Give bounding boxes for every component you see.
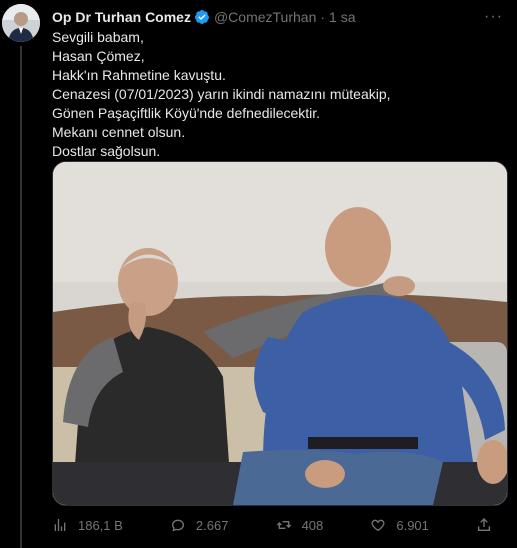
retweet-count: 408 — [301, 517, 324, 533]
tweet-line: Cenazesi (07/01/2023) yarın ikindi namaz… — [52, 86, 391, 102]
reply-count: 2.667 — [195, 517, 229, 533]
verified-badge-icon — [194, 10, 209, 24]
avatar-image — [2, 4, 40, 42]
author-handle[interactable]: @ComezTurhan — [214, 9, 316, 25]
tweet-line: Gönen Paşaçiftlik Köyü'nde defnedilecekt… — [52, 105, 321, 121]
views-icon — [54, 519, 66, 531]
photo-illustration — [53, 162, 507, 505]
share-button[interactable] — [476, 517, 492, 533]
author-name[interactable]: Op Dr Turhan Comez — [52, 9, 191, 25]
tweet-line: Hakk'ın Rahmetine kavuştu. — [52, 67, 226, 83]
tweet-line: Sevgili babam, — [52, 29, 144, 45]
share-icon — [478, 518, 490, 531]
tweet-text: Sevgili babam, Hasan Çömez, Hakk'ın Rahm… — [52, 28, 502, 161]
views-button[interactable]: 186,1 B — [52, 517, 123, 533]
like-icon — [371, 519, 385, 532]
tweet-actions: 186,1 B 2.667 408 6.901 — [52, 515, 492, 535]
separator-dot: · — [320, 9, 326, 25]
views-count: 186,1 B — [78, 517, 123, 533]
more-icon[interactable]: ··· — [484, 8, 503, 26]
like-count: 6.901 — [396, 517, 429, 533]
tweet-line: Mekanı cennet olsun. — [52, 124, 186, 140]
retweet-button[interactable]: 408 — [276, 517, 324, 533]
tweet-header: Op Dr Turhan Comez @ComezTurhan · 1 sa ·… — [52, 8, 503, 26]
retweet-icon — [276, 521, 291, 529]
thread-line — [20, 46, 22, 548]
like-button[interactable]: 6.901 — [370, 517, 429, 533]
reply-icon — [171, 519, 184, 532]
tweet-media-photo[interactable] — [52, 161, 508, 506]
avatar[interactable] — [2, 4, 40, 42]
reply-button[interactable]: 2.667 — [170, 517, 229, 533]
tweet-line: Hasan Çömez, — [52, 48, 145, 64]
tweet-timestamp[interactable]: 1 sa — [329, 9, 355, 25]
tweet-line: Dostlar sağolsun. — [52, 143, 161, 159]
